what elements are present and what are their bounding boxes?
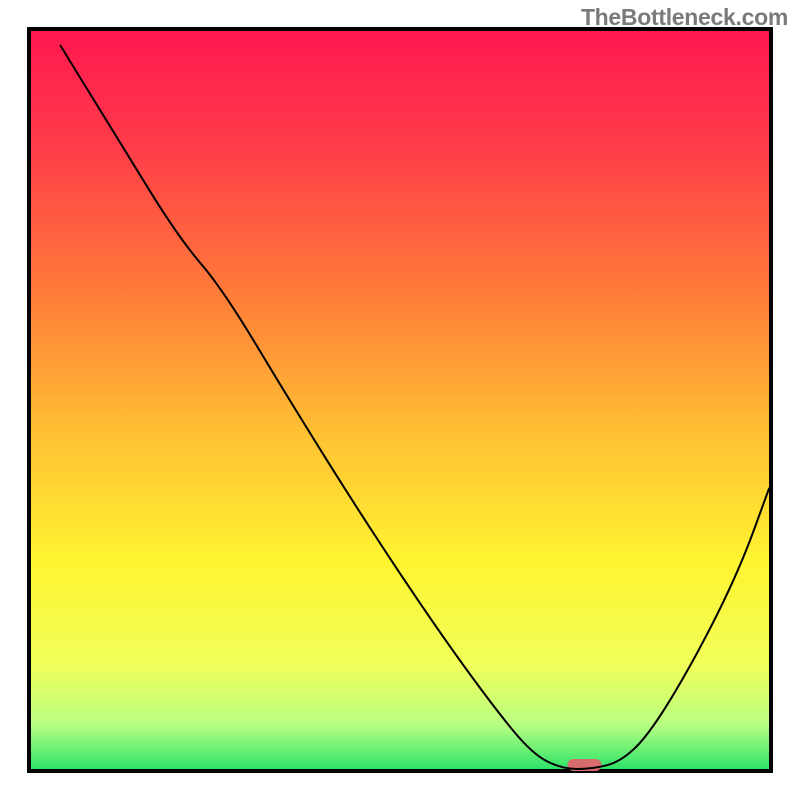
bottleneck-chart [0, 0, 800, 800]
watermark-text: TheBottleneck.com [581, 4, 788, 31]
chart-container: TheBottleneck.com [0, 0, 800, 800]
gradient-background [31, 31, 769, 769]
